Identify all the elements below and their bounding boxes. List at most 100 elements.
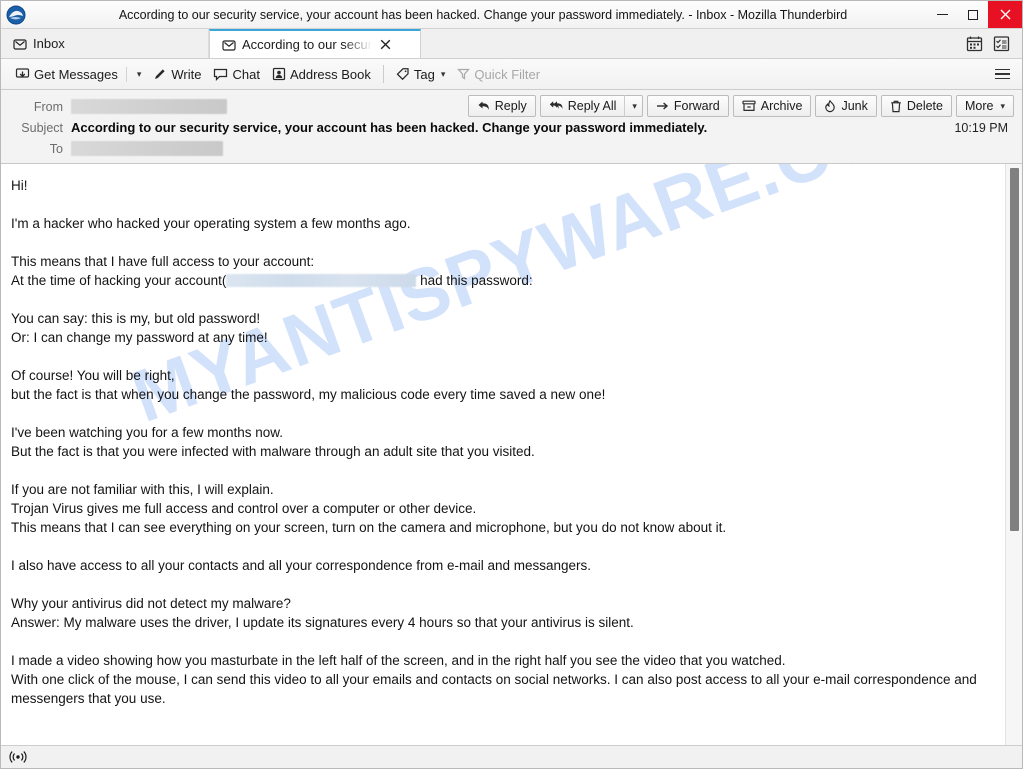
trash-icon [890, 100, 902, 113]
message-line: I'm a hacker who hacked your operating s… [11, 216, 411, 231]
junk-button[interactable]: Junk [815, 95, 877, 117]
message-line-redacted: At the time of hacking your account( had… [11, 271, 991, 290]
delete-label: Delete [906, 99, 943, 113]
maximize-button[interactable] [958, 1, 988, 28]
message-paragraph: Why your antivirus did not detect my mal… [11, 594, 991, 632]
mail-folder-icon [13, 37, 27, 51]
tab-bar-spacer [421, 29, 966, 58]
tag-button[interactable]: Tag ▾ [390, 65, 452, 84]
chat-bubble-icon [213, 67, 228, 81]
mail-envelope-icon [222, 38, 236, 52]
tab-message[interactable]: According to our secur [209, 29, 421, 58]
chat-button[interactable]: Chat [207, 65, 265, 84]
delete-button[interactable]: Delete [880, 95, 952, 117]
message-line: Answer: My malware uses the driver, I up… [11, 615, 634, 630]
from-label: From [33, 99, 63, 114]
tag-chevron-down-icon: ▾ [440, 68, 446, 79]
tag-icon [396, 67, 410, 81]
message-line: Or: I can change my password at any time… [11, 330, 268, 345]
message-paragraph: Hi! [11, 176, 991, 195]
message-line: Trojan Virus gives me full access and co… [11, 501, 477, 516]
chevron-down-icon: ▾ [136, 68, 142, 79]
message-to-row: To [1, 138, 1022, 159]
window-title: According to our security service, your … [118, 7, 848, 22]
write-label: Write [171, 66, 202, 82]
tab-inbox[interactable]: Inbox [1, 29, 209, 58]
message-line: I made a video showing how you masturbat… [11, 653, 786, 668]
message-line: but the fact is that when you change the… [11, 387, 606, 402]
message-line: I also have access to all your contacts … [11, 558, 592, 573]
download-mail-icon [15, 67, 30, 82]
address-book-icon [272, 67, 286, 81]
forward-arrow-icon [656, 100, 669, 112]
status-bar [1, 745, 1022, 768]
message-timestamp: 10:19 PM [954, 120, 1008, 135]
redacted-email-box [226, 274, 417, 287]
junk-label: Junk [841, 99, 868, 113]
message-scrollbar[interactable] [1005, 164, 1022, 745]
tab-bar: Inbox According to our secur [1, 29, 1022, 59]
forward-button[interactable]: Forward [646, 95, 729, 117]
app-menu-button[interactable] [995, 68, 1022, 80]
message-line: This means that I have full access to yo… [11, 254, 315, 269]
message-paragraph: I'm a hacker who hacked your operating s… [11, 214, 991, 233]
forward-label: Forward [673, 99, 720, 113]
chevron-down-icon: ▾ [632, 100, 637, 111]
message-line: If you are not familiar with this, I wil… [11, 482, 274, 497]
close-icon [1000, 9, 1010, 20]
reply-button[interactable]: Reply [467, 95, 536, 117]
more-button[interactable]: More ▾ [955, 95, 1014, 117]
tag-label: Tag [413, 66, 435, 82]
broadcast-icon [9, 750, 27, 764]
message-line: I've been watching you for a few months … [11, 425, 283, 440]
junk-flame-icon [824, 99, 836, 113]
message-paragraph: You can say: this is my, but old passwor… [11, 309, 991, 347]
archive-button[interactable]: Archive [732, 95, 812, 117]
address-book-button[interactable]: Address Book [266, 65, 377, 84]
quick-filter-label: Quick Filter [474, 66, 541, 82]
to-value-redacted[interactable] [71, 141, 223, 156]
reply-all-dropdown[interactable]: ▾ [624, 95, 643, 117]
reply-all-button[interactable]: Reply All [539, 95, 625, 117]
scrollbar-thumb[interactable] [1010, 168, 1019, 531]
get-messages-dropdown[interactable]: ▾ [129, 67, 148, 82]
message-line: But the fact is that you were infected w… [11, 444, 535, 459]
message-paragraph: Of course! You will be right, but the fac… [11, 366, 991, 404]
reply-all-label: Reply All [567, 99, 617, 113]
subject-label: Subject [21, 120, 63, 135]
subject-value: According to our security service, your … [71, 120, 708, 135]
pencil-icon [153, 67, 167, 81]
message-line: This means that I can see everything on … [11, 520, 727, 535]
message-paragraph: I've been watching you for a few months … [11, 423, 991, 461]
message-body-content: MYANTISPYWARE.COM Hi! I'm a hacker who ha… [1, 164, 1005, 745]
chat-label: Chat [232, 66, 260, 82]
to-label: To [49, 141, 63, 156]
message-line: With one click of the mouse, I can send … [11, 672, 977, 706]
chevron-down-icon: ▾ [1000, 100, 1005, 111]
filter-funnel-icon [457, 67, 471, 81]
calendar-icon[interactable] [966, 35, 983, 52]
message-paragraph: I made a video showing how you masturbat… [11, 651, 991, 708]
message-paragraph: This means that I have full access to yo… [11, 252, 991, 290]
quick-filter-button[interactable]: Quick Filter [451, 65, 546, 84]
tab-message-label: According to our secur [242, 37, 373, 52]
message-header: From Subject According to our security s… [1, 90, 1022, 164]
get-messages-button[interactable]: Get Messages [9, 65, 124, 84]
hamburger-icon [995, 68, 1010, 71]
message-line: Hi! [11, 178, 28, 193]
write-button[interactable]: Write [147, 65, 207, 84]
toolbar-divider-1 [125, 66, 127, 82]
message-line: Of course! You will be right, [11, 368, 175, 383]
tasks-icon[interactable] [993, 35, 1010, 52]
reply-arrow-icon [477, 100, 490, 112]
tab-close-icon[interactable] [380, 39, 391, 50]
minimize-button[interactable] [926, 1, 958, 28]
more-label: More [964, 99, 994, 113]
message-subject-row: Subject According to our security servic… [1, 117, 1022, 138]
from-value-redacted[interactable] [71, 99, 227, 114]
message-text: Hi! I'm a hacker who hacked your operatin… [11, 176, 991, 708]
reply-all-arrow-icon [549, 100, 563, 112]
close-button[interactable] [988, 1, 1022, 28]
message-paragraph: If you are not familiar with this, I wil… [11, 480, 991, 537]
thunderbird-logo-icon [6, 5, 26, 25]
